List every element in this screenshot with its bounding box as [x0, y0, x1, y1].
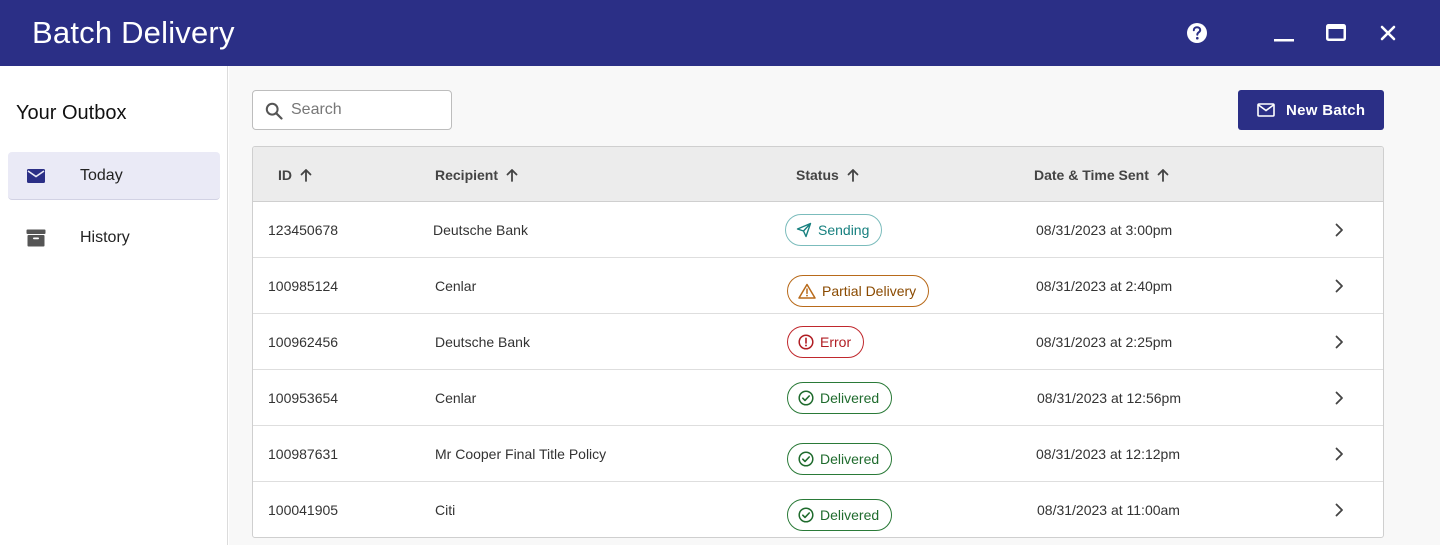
sort-arrow-up-icon — [300, 168, 312, 182]
archive-box-icon — [26, 229, 46, 247]
table-header: ID Recipient Status Date & Time Sent — [253, 147, 1383, 202]
search-icon — [265, 102, 283, 120]
column-header-label: Status — [796, 166, 839, 183]
row-recipient: Mr Cooper Final Title Policy — [435, 446, 607, 462]
column-header-recipient[interactable]: Recipient — [435, 147, 518, 202]
row-recipient: Deutsche Bank — [433, 222, 528, 238]
status-badge: Delivered — [787, 382, 893, 414]
status-badge: Sending — [785, 214, 883, 246]
row-date-sent: 08/31/2023 at 3:00pm — [1036, 222, 1173, 238]
row-id: 123450678 — [268, 222, 339, 238]
maximize-icon — [1326, 24, 1346, 41]
status-badge: Delivered — [787, 499, 893, 531]
close-icon — [1380, 25, 1396, 41]
row-date-sent: 08/31/2023 at 11:00am — [1037, 502, 1180, 518]
row-date-sent: 08/31/2023 at 12:56pm — [1037, 390, 1182, 406]
chevron-right-icon — [1335, 503, 1343, 517]
sidebar-item-today[interactable]: Today — [8, 152, 220, 200]
sidebar-item-label: History — [80, 229, 130, 246]
table-row[interactable]: 100953654 Cenlar Delivered 08/31/2023 at… — [253, 370, 1383, 426]
sidebar: Your Outbox Today History — [0, 66, 228, 545]
sort-arrow-up-icon — [1157, 168, 1169, 182]
status-label: Partial Delivery — [822, 283, 917, 299]
new-batch-label: New Batch — [1286, 101, 1366, 119]
table-row[interactable]: 123450678 Deutsche Bank Sending 08/31/20… — [253, 202, 1383, 258]
row-recipient: Cenlar — [435, 390, 477, 406]
chevron-right-icon — [1335, 335, 1343, 349]
row-date-sent: 08/31/2023 at 2:25pm — [1036, 334, 1173, 350]
envelope-icon — [27, 169, 45, 183]
help-icon — [1187, 23, 1207, 43]
status-label: Delivered — [820, 390, 880, 406]
column-header-status[interactable]: Status — [796, 147, 859, 202]
row-id: 100953654 — [268, 390, 339, 406]
sidebar-heading: Your Outbox — [16, 102, 127, 124]
row-recipient: Citi — [435, 502, 456, 518]
paper-plane-icon — [796, 222, 812, 238]
batch-table: ID Recipient Status Date & Time Sent 123… — [252, 146, 1384, 538]
status-badge: Partial Delivery — [787, 275, 930, 307]
search-input[interactable] — [291, 99, 441, 121]
row-id: 100041905 — [268, 502, 339, 518]
minimize-icon — [1274, 39, 1294, 42]
sidebar-item-history[interactable]: History — [8, 214, 220, 262]
minimize-button[interactable] — [1271, 20, 1297, 46]
status-badge: Delivered — [787, 443, 893, 475]
status-label: Delivered — [820, 451, 880, 467]
chevron-right-icon — [1335, 223, 1343, 237]
row-id: 100987631 — [268, 446, 339, 462]
sort-arrow-up-icon — [847, 168, 859, 182]
table-row[interactable]: 100041905 Citi Delivered 08/31/2023 at 1… — [253, 482, 1383, 537]
envelope-outline-icon — [1257, 103, 1275, 117]
error-circle-icon — [798, 334, 814, 350]
column-header-id[interactable]: ID — [278, 147, 312, 202]
row-id: 100985124 — [268, 278, 339, 294]
row-id: 100962456 — [268, 334, 339, 350]
table-row[interactable]: 100987631 Mr Cooper Final Title Policy D… — [253, 426, 1383, 482]
main-content: New Batch ID Recipient Status Date & Tim… — [229, 66, 1440, 545]
column-header-label: Recipient — [435, 166, 499, 183]
maximize-button[interactable] — [1323, 20, 1349, 46]
chevron-right-icon — [1335, 391, 1343, 405]
sidebar-item-label: Today — [80, 166, 123, 184]
check-circle-icon — [798, 390, 814, 406]
column-header-label: Date & Time Sent — [1034, 166, 1149, 183]
status-label: Error — [820, 334, 852, 350]
title-bar: Batch Delivery — [0, 0, 1440, 66]
column-header-date-sent[interactable]: Date & Time Sent — [1034, 147, 1169, 202]
row-recipient: Cenlar — [435, 278, 477, 294]
check-circle-icon — [798, 451, 814, 467]
new-batch-button[interactable]: New Batch — [1238, 90, 1384, 130]
table-row[interactable]: 100962456 Deutsche Bank Error 08/31/2023… — [253, 314, 1383, 370]
status-label: Delivered — [820, 507, 880, 523]
row-date-sent: 08/31/2023 at 12:12pm — [1036, 446, 1181, 462]
sort-arrow-up-icon — [506, 168, 518, 182]
search-box[interactable] — [252, 90, 452, 130]
status-badge: Error — [787, 326, 865, 358]
app-title: Batch Delivery — [32, 15, 235, 50]
chevron-right-icon — [1335, 447, 1343, 461]
table-row[interactable]: 100985124 Cenlar Partial Delivery 08/31/… — [253, 258, 1383, 314]
help-button[interactable] — [1184, 20, 1210, 46]
check-circle-icon — [798, 507, 814, 523]
warning-triangle-icon — [798, 283, 816, 299]
row-recipient: Deutsche Bank — [435, 334, 530, 350]
chevron-right-icon — [1335, 279, 1343, 293]
column-header-label: ID — [278, 166, 292, 183]
row-date-sent: 08/31/2023 at 2:40pm — [1036, 278, 1173, 294]
close-button[interactable] — [1375, 20, 1401, 46]
status-label: Sending — [818, 222, 870, 238]
